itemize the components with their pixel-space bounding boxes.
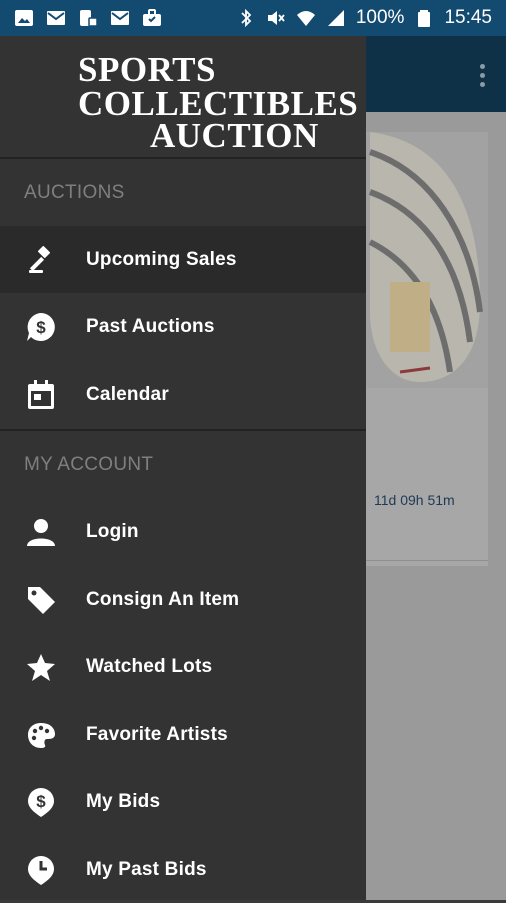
gavel-icon <box>24 243 58 277</box>
divider <box>0 429 366 431</box>
star-icon <box>24 650 58 684</box>
briefcase-icon <box>142 9 162 27</box>
menu-item-consign-an-item[interactable]: Consign An Item <box>0 566 366 633</box>
battery-icon <box>414 9 434 27</box>
section-title-auctions: AUCTIONS <box>24 182 125 203</box>
logo-line-3: AUCTION <box>150 116 319 155</box>
mail-icon <box>110 9 130 27</box>
menu-item-login[interactable]: Login <box>0 498 366 565</box>
divider <box>0 157 366 159</box>
section-title-my-account: MY ACCOUNT <box>24 454 154 475</box>
menu-item-calendar[interactable]: Calendar <box>0 361 366 428</box>
navigation-drawer: SPORTS COLLECTIBLES AUCTION AUCTIONS Upc… <box>0 36 366 900</box>
mute-icon <box>266 9 286 27</box>
svg-text:$: $ <box>36 318 46 337</box>
menu-item-past-auctions[interactable]: $ Past Auctions <box>0 293 366 360</box>
mail-icon <box>46 9 66 27</box>
phone-icon <box>78 9 98 27</box>
signal-icon <box>326 9 346 27</box>
wifi-icon <box>296 9 316 27</box>
clock-pin-icon <box>24 853 58 887</box>
menu-item-label: My Past Bids <box>86 858 207 880</box>
battery-level: 100% <box>355 7 405 28</box>
calendar-icon <box>24 378 58 412</box>
tag-icon <box>24 583 58 617</box>
menu-item-my-bids[interactable]: $ My Bids <box>0 768 366 835</box>
menu-item-label: Favorite Artists <box>86 723 228 745</box>
menu-item-favorite-artists[interactable]: Favorite Artists <box>0 701 366 768</box>
menu-item-label: Consign An Item <box>86 588 240 610</box>
clock: 15:45 <box>444 7 492 28</box>
menu-item-label: Watched Lots <box>86 655 213 677</box>
status-bar: 100% 15:45 <box>0 0 506 36</box>
menu-item-label: Past Auctions <box>86 315 215 337</box>
dollar-pin-icon: $ <box>24 785 58 819</box>
menu-item-watched-lots[interactable]: Watched Lots <box>0 633 366 700</box>
menu-item-upcoming-sales[interactable]: Upcoming Sales <box>0 226 366 293</box>
dollar-bubble-icon: $ <box>24 310 58 344</box>
menu-item-label: Upcoming Sales <box>86 248 237 270</box>
lot-timer: 11d 09h 51m <box>374 492 455 508</box>
menu-item-my-past-bids[interactable]: My Past Bids <box>0 836 366 903</box>
overflow-menu-icon[interactable] <box>480 64 486 87</box>
person-icon <box>24 515 58 549</box>
brand-logo: SPORTS COLLECTIBLES AUCTION <box>0 36 366 158</box>
svg-text:$: $ <box>36 792 46 811</box>
menu-item-label: Calendar <box>86 383 169 405</box>
image-icon <box>14 9 34 27</box>
bluetooth-icon <box>236 9 256 27</box>
menu-item-label: Login <box>86 520 139 542</box>
menu-item-label: My Bids <box>86 790 161 812</box>
palette-icon <box>24 718 58 752</box>
